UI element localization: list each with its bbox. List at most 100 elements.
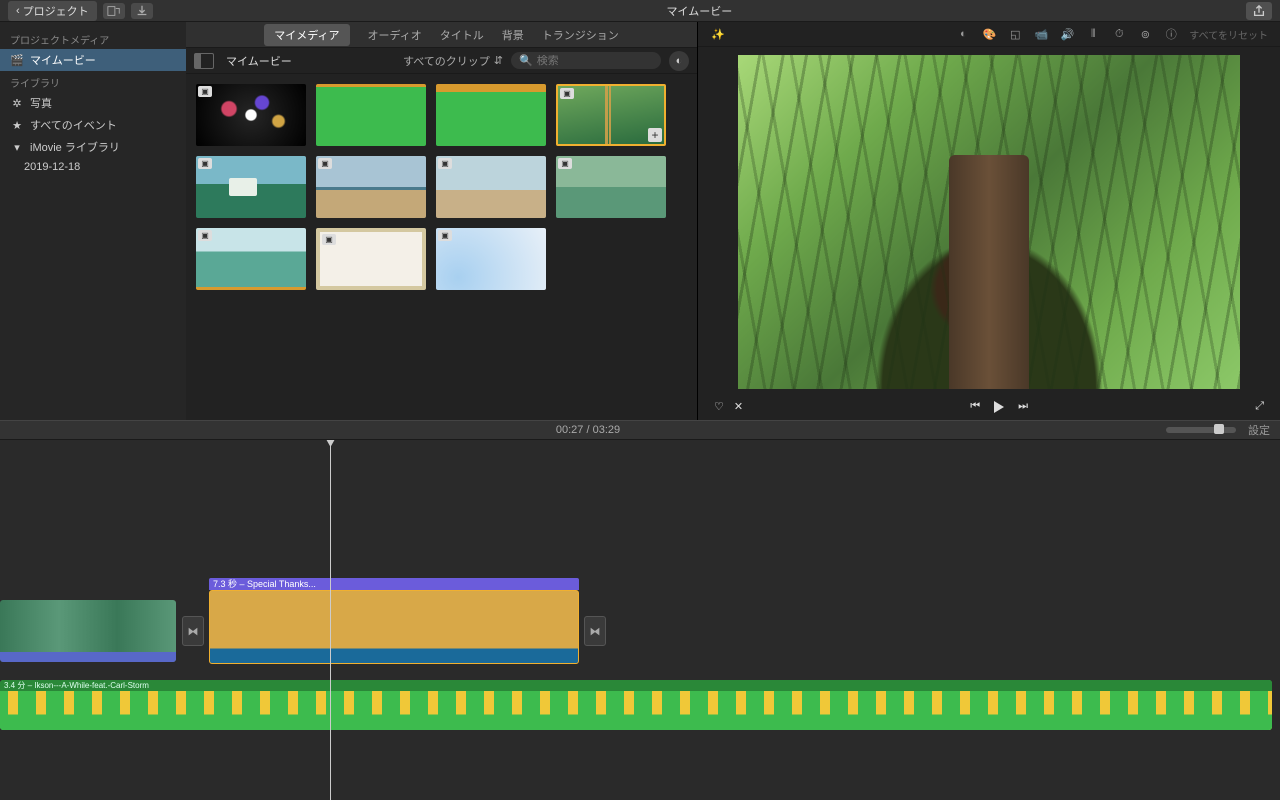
sidebar-item-imovie-library[interactable]: ▾ iMovie ライブラリ [0,136,186,158]
sidebar-item-label: iMovie ライブラリ [30,139,120,155]
sidebar-item-all-events[interactable]: ★ すべてのイベント [0,114,186,136]
dropdown-label: すべてのクリップ [403,53,490,69]
sidebar-item-photos[interactable]: ✲ 写真 [0,92,186,114]
info-icon[interactable]: ⓘ [1163,26,1179,42]
share-button[interactable] [1246,2,1272,20]
clapper-icon: 🎬 [10,54,24,66]
filter-effects-icon[interactable]: ⊚ [1137,26,1153,42]
sidebar-header-project: プロジェクトメディア [0,28,186,49]
search-field[interactable]: 🔍 [511,52,661,69]
video-clip[interactable] [0,600,176,662]
chevron-left-icon: ‹ [16,5,20,17]
audio-waveform [0,691,1272,730]
library-sidebar: プロジェクトメディア 🎬 マイムービー ライブラリ ✲ 写真 ★ すべてのイベン… [0,22,186,420]
audio-clip[interactable]: 3.4 分 – Ikson---A-While-feat.-Carl-Storm [0,680,1272,730]
noise-eq-icon[interactable]: ⫴ [1085,26,1101,42]
search-input[interactable] [537,55,653,67]
disclosure-icon: ▾ [10,141,24,153]
viewer-canvas [698,47,1280,393]
camera-icon: ▣ [322,234,336,245]
clip-thumbnail[interactable] [316,84,426,146]
camera-icon: ▣ [438,158,452,169]
transition-clip[interactable]: ⧓ [182,616,204,646]
viewer-controls: ♡ ✕ ⏮ ⏭ ⤢ [698,393,1280,420]
preview-frame[interactable] [738,55,1240,389]
volume-icon[interactable]: 🔊 [1059,26,1075,42]
clip-thumbnail[interactable]: ▣ [436,156,546,218]
timeline[interactable]: 7.3 秒 – Special Thanks... ⧓ ⧓ 3.4 分 – Ik… [0,440,1280,800]
tab-transitions[interactable]: トランジション [542,27,619,43]
clip-thumbnail[interactable]: ▣ [316,228,426,290]
browser-toolbar: マイムービー すべてのクリップ ⇵ 🔍 ◐ [186,48,697,74]
media-browser: マイメディア オーディオ タイトル 背景 トランジション マイムービー すべての… [186,22,698,420]
prev-frame-icon[interactable]: ⏮ [970,400,980,413]
camera-icon: ▣ [318,158,332,169]
camera-icon: ▣ [560,88,574,99]
sidebar-item-label: すべてのイベント [30,117,117,133]
share-icon [1252,4,1266,18]
clip-thumbnail[interactable]: ▣ [316,156,426,218]
download-button[interactable] [131,3,153,19]
sidebar-item-label: マイムービー [30,52,96,68]
upper-panel: プロジェクトメディア 🎬 マイムービー ライブラリ ✲ 写真 ★ すべてのイベン… [0,22,1280,420]
toggle-sidebar-button[interactable] [194,53,214,69]
updown-icon: ⇵ [494,54,503,67]
color-correction-icon[interactable]: 🎨 [981,26,997,42]
fullscreen-icon[interactable]: ⤢ [1255,400,1264,413]
stabilization-icon[interactable]: 📹 [1033,26,1049,42]
thumbnail-grid: ▣ ▣ ▣ ▣ ▣ ▣ ▣ ▣ ▣ [186,74,697,420]
reject-icon[interactable]: ✕ [734,400,743,413]
search-icon: 🔍 [519,54,533,67]
crop-icon[interactable]: ◱ [1007,26,1023,42]
next-frame-icon[interactable]: ⏭ [1018,400,1028,413]
playhead[interactable] [330,440,331,800]
sidebar-item-label: 写真 [30,95,52,111]
speed-icon[interactable]: ⏱ [1111,26,1127,42]
camera-icon: ▣ [198,230,212,241]
favorite-icon[interactable]: ♡ [714,400,724,413]
camera-icon: ▣ [198,158,212,169]
title-clip[interactable]: 7.3 秒 – Special Thanks... [209,578,579,590]
clip-thumbnail[interactable]: ▣ [196,156,306,218]
sidebar-header-library: ライブラリ [0,71,186,92]
current-time: 00:27 [556,424,584,436]
tab-backgrounds[interactable]: 背景 [502,27,524,43]
camera-icon: ▣ [438,230,452,241]
titlebar: ‹ プロジェクト マイムービー [0,0,1280,22]
color-balance-icon[interactable]: ◐ [955,26,971,42]
tab-titles[interactable]: タイトル [440,27,484,43]
browser-breadcrumb: マイムービー [222,53,292,69]
browser-tabs: マイメディア オーディオ タイトル 背景 トランジション [186,22,697,48]
clip-thumbnail[interactable]: ▣ [556,156,666,218]
sidebar-item-event-date[interactable]: 2019-12-18 [0,158,186,176]
sidebar-item-project[interactable]: 🎬 マイムービー [0,49,186,71]
video-clip-selected[interactable] [209,590,579,664]
reset-all-button[interactable]: すべてをリセット [1189,27,1268,42]
zoom-slider[interactable] [1166,427,1236,433]
download-icon [135,4,149,18]
enhance-wand-icon[interactable]: ✨ [710,26,726,42]
camera-icon: ▣ [198,86,212,97]
back-label: プロジェクト [23,3,89,19]
transition-clip[interactable]: ⧓ [584,616,606,646]
timecode: 00:27 / 03:29 [556,424,620,436]
clip-thumbnail[interactable]: ▣ [196,84,306,146]
audio-clip-label: 3.4 分 – Ikson---A-While-feat.-Carl-Storm [0,680,1272,691]
timeline-header: 00:27 / 03:29 設定 [0,420,1280,440]
clip-filter-dropdown[interactable]: すべてのクリップ ⇵ [403,53,503,69]
camera-icon: ▣ [558,158,572,169]
play-button[interactable] [994,401,1004,413]
sidebar-item-label: 2019-12-18 [24,161,80,173]
star-icon: ★ [10,119,24,131]
clip-thumbnail-selected[interactable]: ▣ [556,84,666,146]
back-to-projects-button[interactable]: ‹ プロジェクト [8,1,97,21]
total-time: 03:29 [593,424,621,436]
clip-thumbnail[interactable]: ▣ [436,228,546,290]
clip-thumbnail[interactable] [436,84,546,146]
tab-my-media[interactable]: マイメディア [264,24,349,46]
import-media-button[interactable] [103,3,125,19]
tab-audio[interactable]: オーディオ [368,27,422,43]
content-filter-button[interactable]: ◐ [669,51,689,71]
timeline-settings-button[interactable]: 設定 [1248,422,1270,438]
clip-thumbnail[interactable]: ▣ [196,228,306,290]
